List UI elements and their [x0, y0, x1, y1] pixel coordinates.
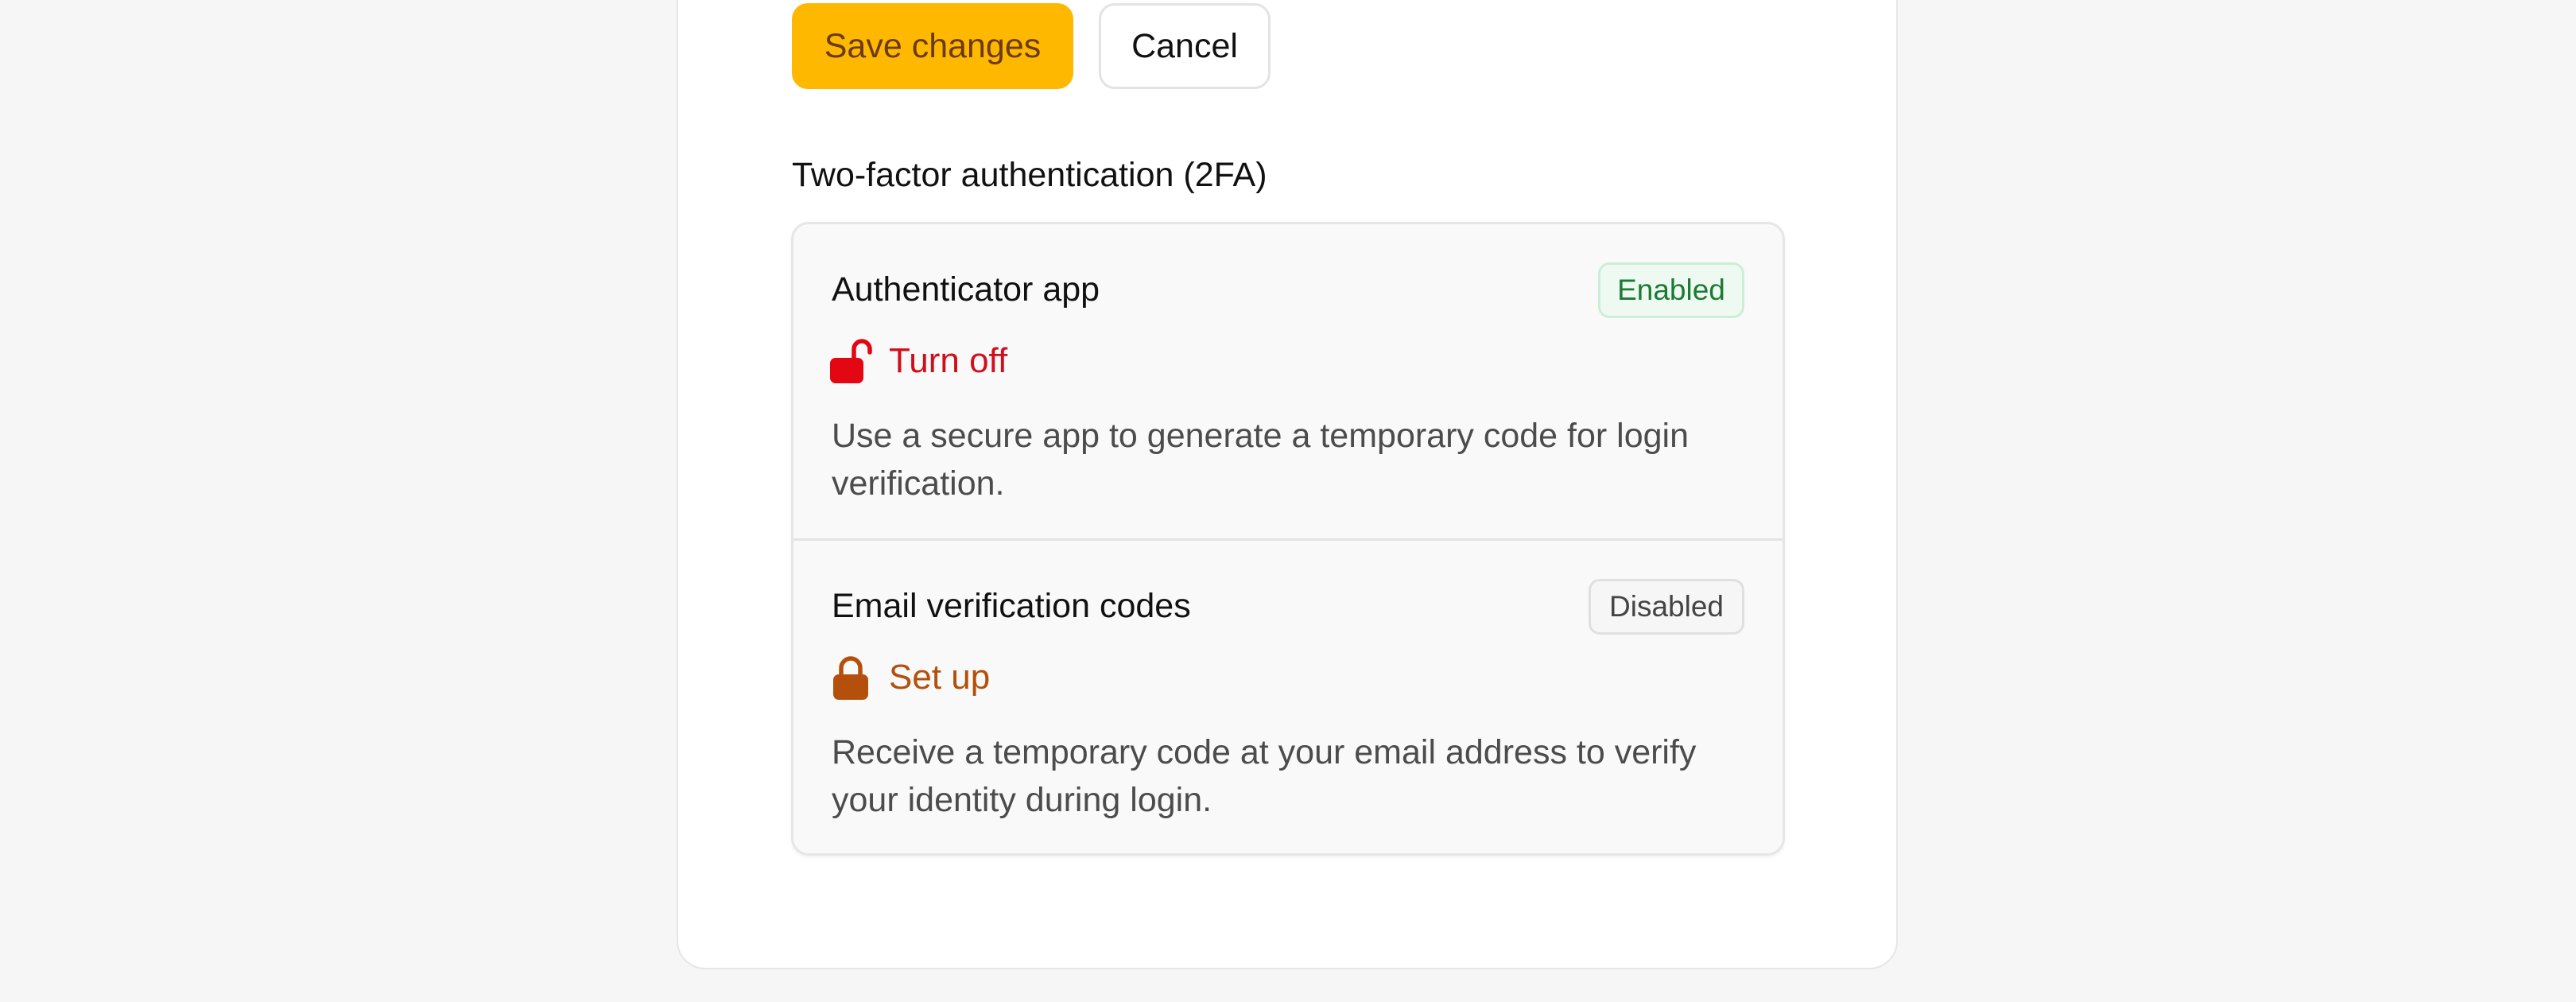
turn-off-label: Turn off: [889, 341, 1008, 380]
status-badge: Disabled: [1589, 579, 1744, 635]
form-actions: Save changes Cancel: [792, 3, 1271, 89]
method-email-verification: Email verification codes Disabled Set up…: [793, 541, 1783, 853]
method-description: Receive a temporary code at your email a…: [832, 733, 1697, 819]
method-name: Email verification codes: [832, 587, 1191, 625]
cancel-button[interactable]: Cancel: [1099, 3, 1271, 89]
two-factor-section-title: Two-factor authentication (2FA): [792, 156, 1267, 194]
lock-closed-icon: [827, 654, 875, 701]
method-description: Use a secure app to generate a temporary…: [832, 417, 1690, 503]
save-changes-button[interactable]: Save changes: [792, 3, 1073, 89]
set-up-button[interactable]: Set up: [827, 652, 990, 703]
method-name: Authenticator app: [832, 270, 1100, 309]
two-factor-methods-card: Authenticator app Enabled Turn off Use a…: [791, 222, 1785, 856]
status-badge: Enabled: [1598, 262, 1744, 318]
lock-open-icon: [827, 337, 875, 385]
method-authenticator-app: Authenticator app Enabled Turn off Use a…: [793, 224, 1783, 541]
set-up-label: Set up: [889, 658, 991, 697]
turn-off-button[interactable]: Turn off: [827, 336, 1007, 386]
